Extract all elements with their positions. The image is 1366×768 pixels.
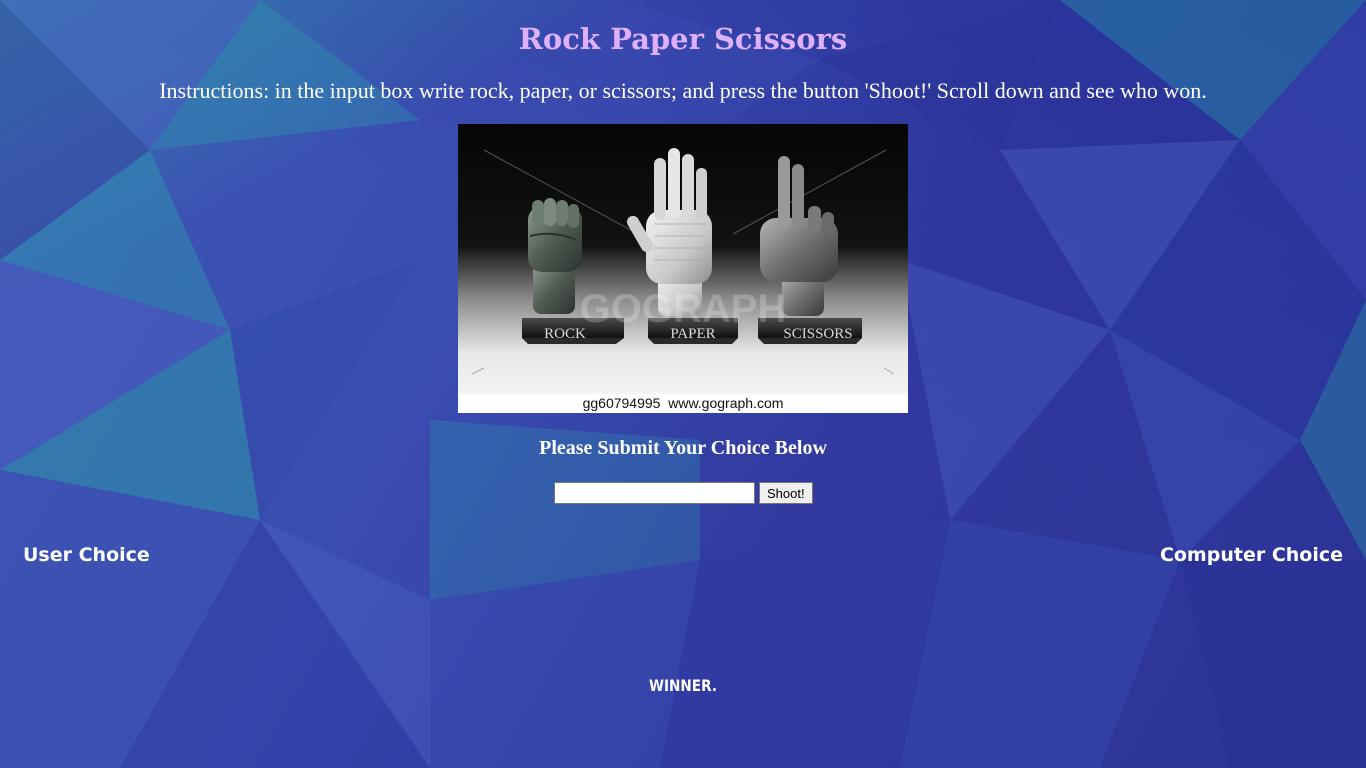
choice-input[interactable] <box>554 482 755 504</box>
computer-choice-label: Computer Choice <box>1159 544 1343 566</box>
rock-paper-scissors-image: GOGRAPH ROCK PAPER SCISSORS gg60794995 w… <box>458 124 908 413</box>
page-content: Rock Paper Scissors Instructions: in the… <box>0 0 1366 768</box>
hero-watermark: GOGRAPH <box>580 287 787 331</box>
user-choice-label: User Choice <box>23 544 150 566</box>
winner-text: WINNER. <box>648 676 717 695</box>
shoot-button[interactable]: Shoot! <box>759 482 813 504</box>
hands-illustration: GOGRAPH ROCK PAPER SCISSORS <box>458 124 908 394</box>
instructions-text: Instructions: in the input box write roc… <box>159 78 1207 103</box>
rock-fist <box>528 198 582 314</box>
image-caption: gg60794995 www.gograph.com <box>458 394 908 413</box>
submit-prompt: Please Submit Your Choice Below <box>539 437 827 459</box>
choice-form: Shoot! <box>554 482 813 504</box>
page-title: Rock Paper Scissors <box>518 22 848 56</box>
scissors-label: SCISSORS <box>783 326 852 342</box>
rock-label: ROCK <box>544 326 586 342</box>
paper-label: PAPER <box>670 326 715 342</box>
